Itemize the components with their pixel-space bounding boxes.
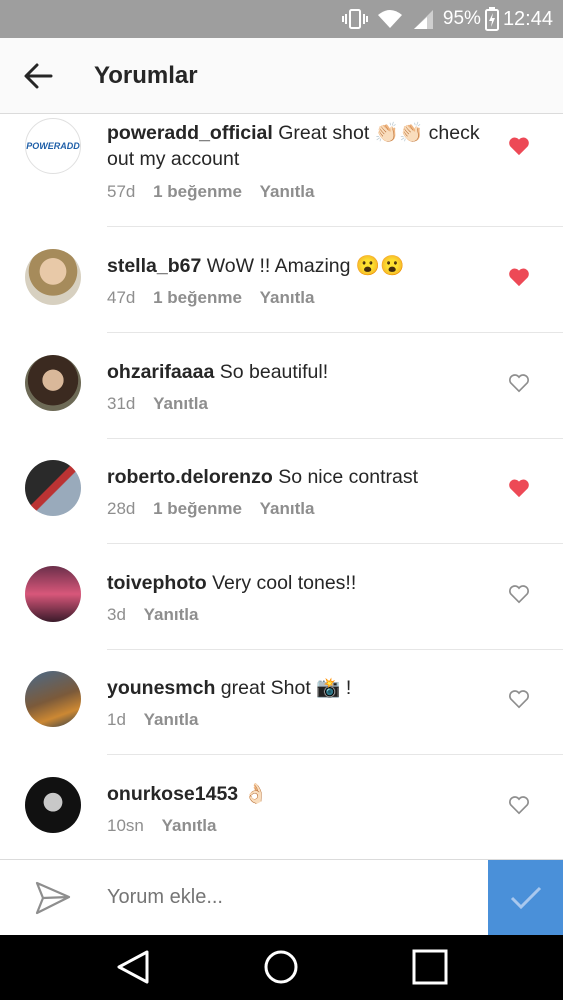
comment-input[interactable] [107,886,467,909]
comment-item: onurkose1453 👌🏻 10sn Yanıtla [0,755,563,860]
comment-body: stella_b67 WoW !! Amazing 😮😮 [107,253,487,279]
arrow-left-icon [24,63,53,88]
comment-body: younesmch great Shot 📸 ! [107,675,487,701]
comment-text: So nice contrast [278,466,419,488]
comment-body: onurkose1453 👌🏻 [107,781,487,807]
heart-outline-icon[interactable] [508,373,530,393]
avatar[interactable] [25,777,81,833]
comment-time: 31d [107,394,136,413]
recents-square-icon[interactable] [410,949,450,985]
heart-outline-icon[interactable] [508,795,530,815]
comment-text: WoW !! Amazing 😮😮 [206,255,405,277]
comment-body: toivephoto Very cool tones!! [107,570,487,596]
comment-item: toivephoto Very cool tones!! 3d Yanıtla [0,544,563,650]
comment-meta: 10sn Yanıtla [107,816,229,836]
reply-button[interactable]: Yanıtla [162,816,217,835]
comment-meta: 57d 1 beğenme Yanıtla [107,182,327,202]
comment-likes[interactable]: 1 beğenme [153,182,242,201]
checkmark-icon [510,886,541,910]
send-icon[interactable] [34,880,72,916]
battery-percent: 95% [442,8,481,29]
signal-icon [412,8,434,30]
comment-meta: 3d Yanıtla [107,605,211,625]
vibrate-icon [341,8,368,30]
status-bar: 95% 12:44 [0,0,563,38]
heart-filled-icon[interactable] [508,136,530,156]
reply-button[interactable]: Yanıtla [153,394,208,413]
comment-text: So beautiful! [219,361,329,383]
comment-username[interactable]: ohzarifaaaa [107,361,214,383]
avatar[interactable] [25,671,81,727]
comment-time: 47d [107,288,136,307]
system-nav-bar [0,935,563,1000]
comments-list[interactable]: POWERADD poweradd_official Great shot 👏🏻… [0,114,563,860]
reply-button[interactable]: Yanıtla [260,499,315,518]
avatar-logo: POWERADD [26,141,80,151]
comment-meta: 1d Yanıtla [107,710,211,730]
heart-outline-icon[interactable] [508,689,530,709]
heart-filled-icon[interactable] [508,478,530,498]
comment-text: Very cool tones!! [212,572,357,594]
avatar[interactable] [25,566,81,622]
comment-username[interactable]: roberto.delorenzo [107,466,273,488]
comment-composer [0,859,563,936]
battery-charging-icon [484,7,499,31]
comment-meta: 31d Yanıtla [107,394,221,414]
comment-likes[interactable]: 1 beğenme [153,288,242,307]
comment-item: stella_b67 WoW !! Amazing 😮😮 47d 1 beğen… [0,227,563,333]
clock: 12:44 [502,7,553,30]
comment-item: POWERADD poweradd_official Great shot 👏🏻… [0,114,563,227]
comment-username[interactable]: onurkose1453 [107,783,238,805]
comment-username[interactable]: toivephoto [107,572,207,594]
reply-button[interactable]: Yanıtla [260,182,315,201]
app-bar: Yorumlar [0,38,563,114]
heart-filled-icon[interactable] [508,267,530,287]
reply-button[interactable]: Yanıtla [260,288,315,307]
comment-likes[interactable]: 1 beğenme [153,499,242,518]
post-comment-button[interactable] [488,860,563,936]
comment-text: 👌🏻 [243,783,268,805]
avatar[interactable]: POWERADD [25,118,81,174]
reply-button[interactable]: Yanıtla [144,605,199,624]
comment-item: roberto.delorenzo So nice contrast 28d 1… [0,438,563,544]
comment-body: ohzarifaaaa So beautiful! [107,359,487,385]
comment-item: younesmch great Shot 📸 ! 1d Yanıtla [0,649,563,755]
heart-outline-icon[interactable] [508,584,530,604]
comment-username[interactable]: stella_b67 [107,255,201,277]
comment-text: great Shot 📸 ! [220,677,352,699]
comment-time: 1d [107,710,126,729]
comment-item: ohzarifaaaa So beautiful! 31d Yanıtla [0,333,563,439]
comment-body: roberto.delorenzo So nice contrast [107,464,487,490]
comment-time: 28d [107,499,136,518]
comment-username[interactable]: poweradd_official [107,122,273,144]
avatar[interactable] [25,355,81,411]
wifi-icon [377,8,403,30]
back-triangle-icon[interactable] [113,949,153,985]
avatar[interactable] [25,460,81,516]
comment-time: 10sn [107,816,144,835]
comment-meta: 47d 1 beğenme Yanıtla [107,288,327,308]
comment-time: 57d [107,182,136,201]
page-title: Yorumlar [94,61,198,89]
comment-body: poweradd_official Great shot 👏🏻👏🏻 check … [107,120,487,172]
back-button[interactable] [0,38,76,114]
home-circle-icon[interactable] [261,949,301,985]
avatar[interactable] [25,249,81,305]
comment-meta: 28d 1 beğenme Yanıtla [107,499,327,519]
comment-time: 3d [107,605,126,624]
reply-button[interactable]: Yanıtla [144,710,199,729]
comment-username[interactable]: younesmch [107,677,215,699]
